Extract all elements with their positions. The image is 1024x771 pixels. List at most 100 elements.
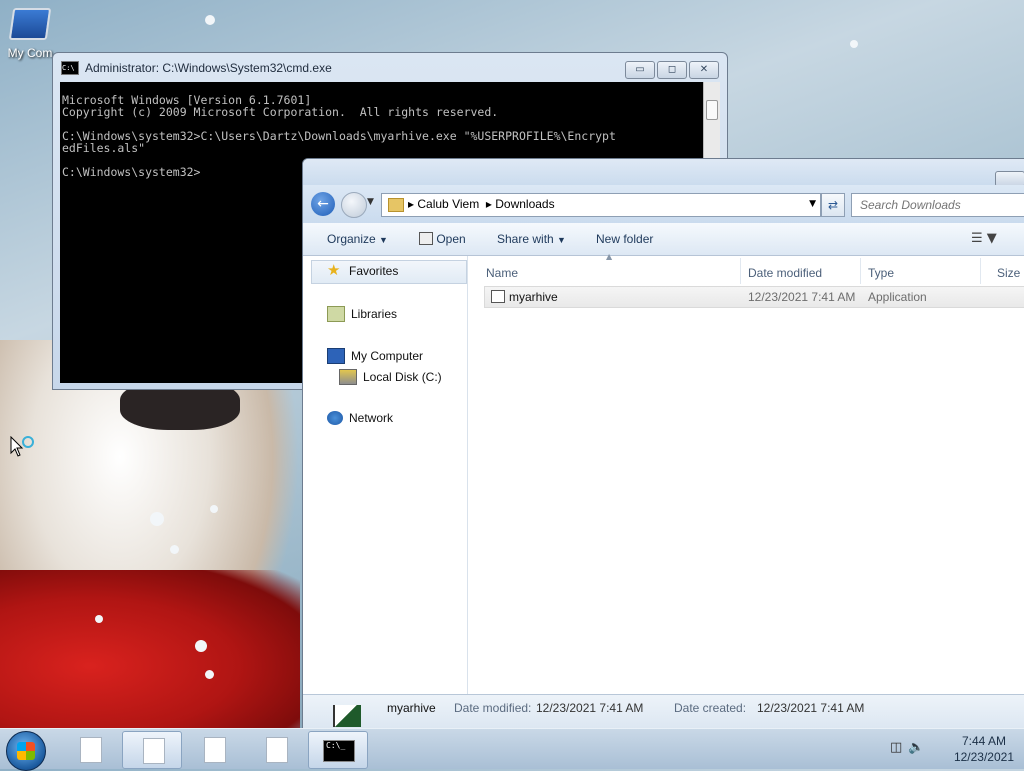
nav-label: Favorites <box>349 264 399 278</box>
address-bar[interactable]: ▸ Calub Viem ▸ Downloads ▼ <box>381 193 821 217</box>
search-box[interactable] <box>851 193 1024 217</box>
tray-icons: ◫🔈 <box>890 740 930 755</box>
desktop-icon-my-computer[interactable]: My Com <box>0 8 60 60</box>
network-tray-icon[interactable]: ◫ <box>890 740 908 755</box>
cmd-icon: C:\_ <box>323 740 355 762</box>
column-header-type[interactable]: Type <box>868 266 894 280</box>
cmd-line: Copyright (c) 2009 Microsoft Corporation… <box>62 105 499 119</box>
recent-pages-dropdown[interactable]: ▼ <box>367 197 374 207</box>
details-date-modified-label: Date modified: <box>454 701 532 715</box>
chevron-down-icon: ▼ <box>379 235 388 245</box>
taskbar-button[interactable] <box>122 731 182 769</box>
organize-label: Organize <box>327 232 376 246</box>
clock-date: 12/23/2021 <box>953 750 1014 764</box>
details-date-created: 12/23/2021 7:41 AM <box>757 701 865 715</box>
column-header-name[interactable]: Name <box>486 266 518 280</box>
breadcrumb-sep-icon: ▸ <box>485 197 492 211</box>
breadcrumb: ▸ Calub Viem ▸ Downloads <box>408 197 555 211</box>
wallpaper-snowflake <box>850 40 858 48</box>
minimize-button[interactable]: ▭ <box>625 61 655 79</box>
nav-label: My Computer <box>351 349 424 363</box>
wallpaper-snowflake <box>210 505 218 513</box>
drive-icon <box>339 369 357 385</box>
wallpaper-snowflake <box>95 615 103 623</box>
clock[interactable]: 7:44 AM 12/23/2021 <box>954 733 1014 765</box>
desktop-icon-label: My Com <box>7 46 53 60</box>
explorer-window[interactable]: ← ▼ ▸ Calub Viem ▸ Downloads ▼ ⇄ Organiz… <box>302 158 1024 734</box>
wallpaper-santa-coat <box>0 570 300 730</box>
explorer-title-bar[interactable] <box>303 159 1024 185</box>
taskbar-button-cmd[interactable]: C:\_ <box>308 731 368 769</box>
search-input[interactable] <box>858 197 1024 213</box>
organize-button[interactable]: Organize ▼ <box>327 232 388 246</box>
start-button[interactable] <box>6 731 46 771</box>
computer-icon <box>327 348 345 364</box>
nav-item-libraries[interactable]: Libraries <box>327 306 397 322</box>
file-name: myarhive <box>509 290 558 304</box>
cmd-caption-buttons: ▭ ◻ ✕ <box>625 61 719 79</box>
new-folder-button[interactable]: New folder <box>596 232 653 246</box>
cmd-window-title: Administrator: C:\Windows\System32\cmd.e… <box>85 61 332 75</box>
document-icon <box>80 737 102 763</box>
document-icon <box>143 738 165 764</box>
mouse-cursor <box>10 435 36 461</box>
chevron-down-icon[interactable]: ▼ <box>809 199 816 209</box>
wallpaper-snowflake <box>150 512 164 526</box>
column-separator[interactable] <box>860 258 861 284</box>
nav-label: Libraries <box>351 307 398 321</box>
application-icon <box>491 290 505 303</box>
taskbar-button[interactable] <box>246 731 304 767</box>
taskbar-button[interactable] <box>60 731 118 767</box>
arrow-left-icon: ← <box>317 196 329 212</box>
breadcrumb-item[interactable]: Calub Viem <box>417 197 479 211</box>
busy-cursor-icon <box>10 435 34 457</box>
scrollbar-thumb[interactable] <box>706 100 718 120</box>
command-bar: Organize ▼ Open Share with ▼ New folder … <box>303 223 1024 256</box>
nav-item-favorites[interactable]: ★ Favorites <box>327 262 399 279</box>
nav-item-local-disk[interactable]: Local Disk (C:) <box>339 369 442 385</box>
navigation-pane: ★ Favorites Libraries My Computer Local … <box>303 256 468 695</box>
star-icon: ★ <box>327 262 341 279</box>
column-header-size[interactable]: Size <box>997 266 1020 280</box>
nav-item-network[interactable]: Network <box>327 411 393 425</box>
wallpaper-snowflake <box>205 15 215 25</box>
address-row: ← ▼ ▸ Calub Viem ▸ Downloads ▼ ⇄ <box>303 185 1024 223</box>
nav-item-my-computer[interactable]: My Computer <box>327 348 423 364</box>
details-date-created-label: Date created: <box>674 701 747 715</box>
open-icon <box>419 232 433 245</box>
column-separator[interactable] <box>740 258 741 284</box>
back-button[interactable]: ← <box>311 192 335 216</box>
maximize-button[interactable]: ◻ <box>657 61 687 79</box>
share-with-button[interactable]: Share with ▼ <box>497 232 566 246</box>
wallpaper-snowflake <box>170 545 179 554</box>
column-header-date-modified[interactable]: Date modified <box>748 266 822 280</box>
wallpaper-snowflake <box>205 670 214 679</box>
refresh-icon: ⇄ <box>827 198 839 212</box>
close-button[interactable]: ✕ <box>689 61 719 79</box>
file-date-modified: 12/23/2021 7:41 AM <box>748 290 856 304</box>
view-options-icon[interactable]: ☰ ▼ <box>971 231 997 246</box>
file-list[interactable]: Name ▲ Date modified Type Size myarhive … <box>468 252 1024 695</box>
breadcrumb-item[interactable]: Downloads <box>495 197 554 211</box>
details-file-name: myarhive <box>387 701 436 715</box>
taskbar: C:\_ ◫🔈 7:44 AM 12/23/2021 <box>0 728 1024 771</box>
file-row[interactable]: myarhive 12/23/2021 7:41 AM Application <box>484 286 1024 308</box>
cmd-app-icon: C:\ <box>61 61 79 75</box>
document-icon <box>266 737 288 763</box>
folder-icon <box>388 198 404 212</box>
volume-icon[interactable]: 🔈 <box>908 740 930 755</box>
network-icon <box>327 411 343 425</box>
nav-label: Local Disk (C:) <box>363 370 442 384</box>
chevron-down-icon: ▼ <box>557 235 566 245</box>
open-button[interactable]: Open <box>419 232 466 246</box>
wallpaper-snowflake <box>195 640 207 652</box>
nav-label: Network <box>349 411 394 425</box>
file-flag-icon <box>333 705 361 727</box>
details-date-modified: 12/23/2021 7:41 AM <box>536 701 644 715</box>
clock-time: 7:44 AM <box>961 734 1006 748</box>
column-separator[interactable] <box>980 258 981 284</box>
open-label: Open <box>436 232 466 246</box>
refresh-button[interactable]: ⇄ <box>821 193 845 217</box>
taskbar-button[interactable] <box>184 731 242 767</box>
forward-button[interactable] <box>341 192 367 218</box>
